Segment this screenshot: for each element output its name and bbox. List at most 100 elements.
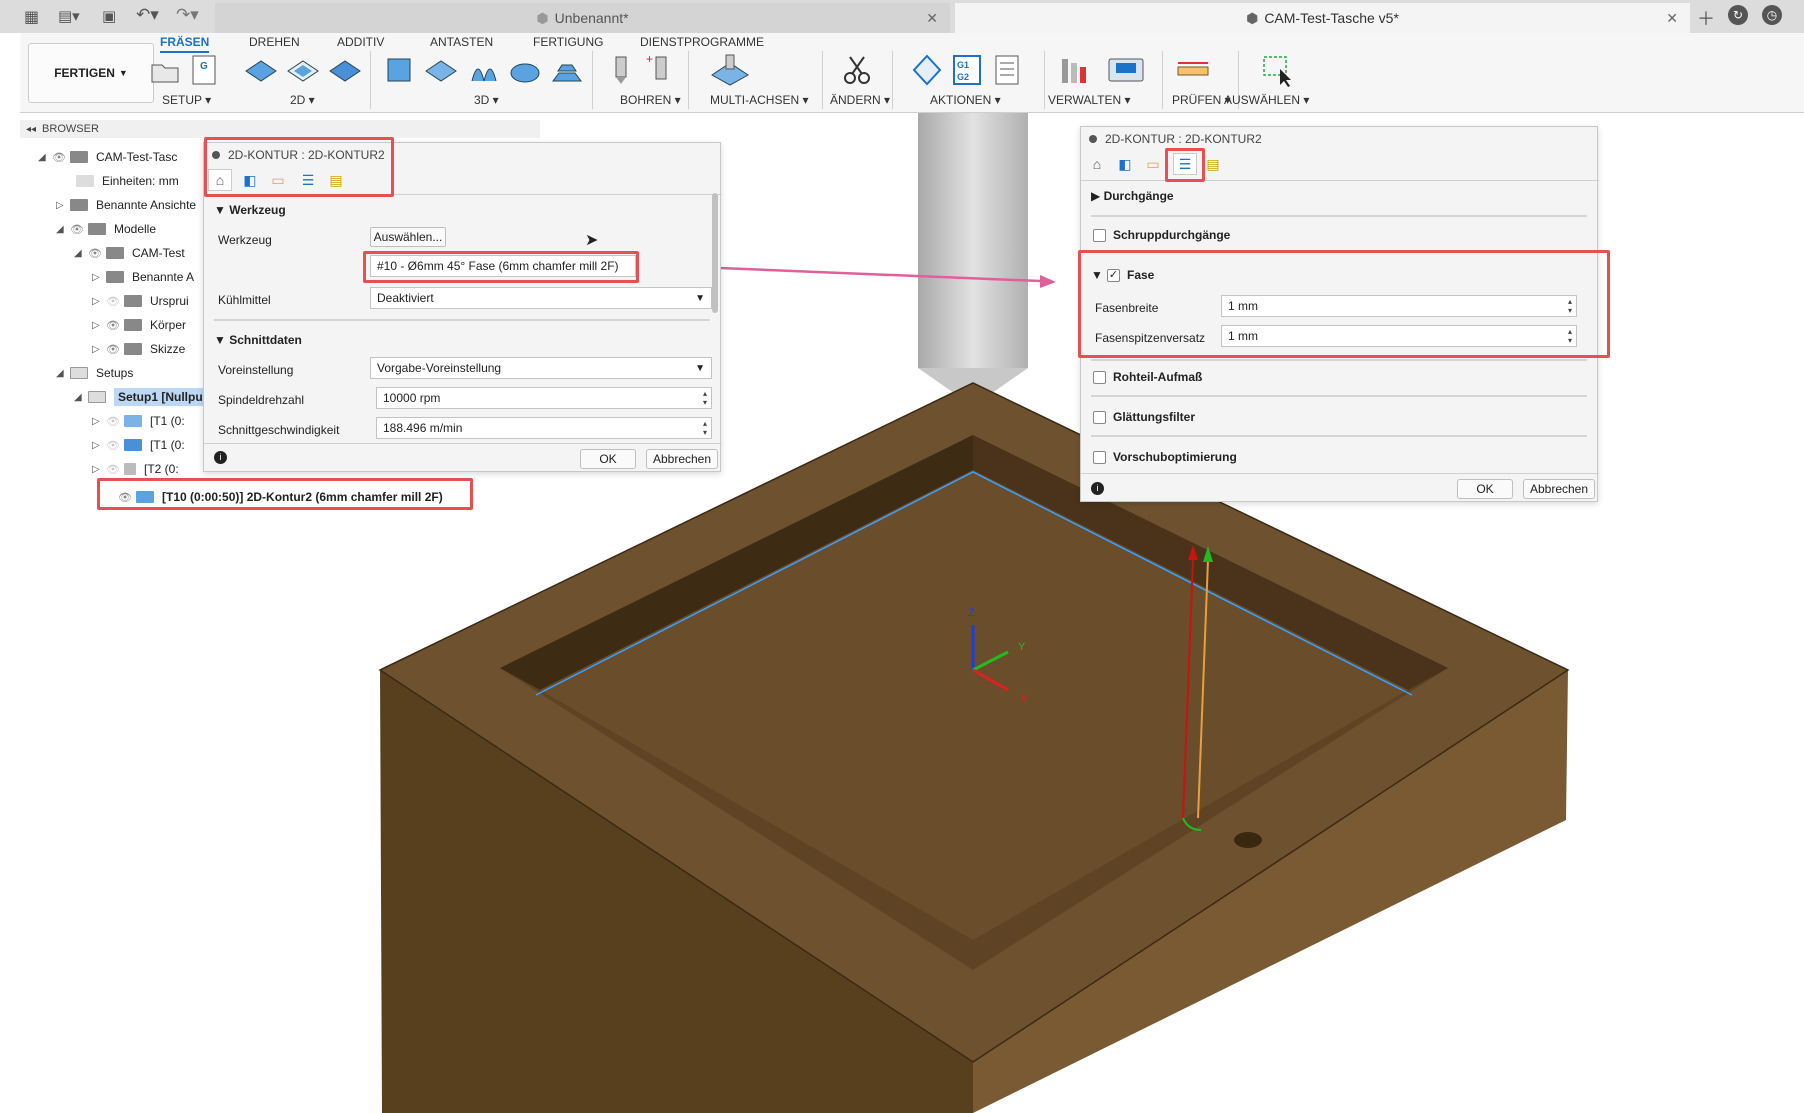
- tool-tab-icon[interactable]: ⌂: [1085, 153, 1109, 175]
- mouse-cursor: ➤: [585, 232, 599, 249]
- group-multi-achsen[interactable]: MULTI-ACHSEN ▾: [710, 93, 808, 107]
- tab-fraesen[interactable]: FRÄSEN: [160, 35, 210, 53]
- tree-item-op2[interactable]: ▷ 👁 [T1 (0:: [92, 434, 185, 456]
- group-aendern[interactable]: ÄNDERN ▾: [830, 93, 890, 107]
- info-icon[interactable]: i: [1091, 482, 1104, 495]
- tab-additiv[interactable]: ADDITIV: [337, 35, 384, 49]
- drill-icon[interactable]: [604, 53, 638, 87]
- coolant-dropdown[interactable]: Deaktiviert: [370, 287, 712, 309]
- tree-item-root[interactable]: ◢ 👁 CAM-Test-Tasc: [38, 146, 177, 168]
- feed-optimization-checkbox[interactable]: [1093, 451, 1106, 464]
- new-setup-icon[interactable]: [148, 53, 182, 87]
- spindle-speed-input[interactable]: 10000 rpm: [376, 387, 712, 409]
- 3d-adaptive-icon[interactable]: [382, 53, 416, 87]
- info-icon[interactable]: i: [214, 451, 227, 464]
- file-menu-icon[interactable]: ▤▾: [58, 7, 80, 25]
- eye-icon[interactable]: 👁: [106, 343, 124, 356]
- ok-button[interactable]: OK: [580, 449, 636, 469]
- setup-sheet-icon[interactable]: [990, 53, 1024, 87]
- collapse-icon[interactable]: ◂◂: [26, 124, 36, 135]
- section-schnittdaten[interactable]: ▼ Schnittdaten: [214, 333, 302, 347]
- folder-icon: [124, 295, 142, 307]
- heights-tab-icon[interactable]: ▭: [1141, 153, 1165, 175]
- 3d-pocket-icon[interactable]: [424, 53, 458, 87]
- 2d-face-icon[interactable]: [328, 53, 362, 87]
- eye-hidden-icon[interactable]: 👁: [106, 439, 124, 452]
- tree-item-setups[interactable]: ◢ Setups: [56, 362, 133, 384]
- eye-icon[interactable]: 👁: [88, 247, 106, 260]
- tree-item-named-a[interactable]: ▷ Benannte A: [92, 266, 194, 288]
- group-pruefen[interactable]: PRÜFEN ▾: [1172, 93, 1231, 107]
- tree-item-bodies[interactable]: ▷ 👁 Körper: [92, 314, 186, 336]
- eye-hidden-icon[interactable]: 👁: [106, 463, 124, 476]
- tree-item-op3[interactable]: ▷ 👁 [T2 (0:: [92, 458, 179, 480]
- tree-item-origin[interactable]: ▷ 👁 Ursprui: [92, 290, 189, 312]
- tab-fertigung[interactable]: FERTIGUNG: [533, 35, 603, 49]
- cancel-button[interactable]: Abbrechen: [1523, 479, 1595, 499]
- ok-button[interactable]: OK: [1457, 479, 1513, 499]
- tab-drehen[interactable]: DREHEN: [249, 35, 300, 49]
- axis-y-label: Y: [1018, 641, 1026, 653]
- stock-to-leave-checkbox[interactable]: [1093, 371, 1106, 384]
- save-icon[interactable]: ▣: [102, 7, 116, 25]
- eye-hidden-icon[interactable]: 👁: [106, 415, 124, 428]
- eye-icon[interactable]: 👁: [70, 223, 88, 236]
- cancel-button[interactable]: Abbrechen: [646, 449, 718, 469]
- close-icon[interactable]: ✕: [926, 10, 938, 27]
- tree-item-setup1[interactable]: ◢ Setup1 [Nullpu: [74, 386, 207, 408]
- preset-dropdown[interactable]: Vorgabe-Voreinstellung: [370, 357, 712, 379]
- eye-icon[interactable]: 👁: [106, 319, 124, 332]
- section-durchgaenge[interactable]: ▶ Durchgänge: [1091, 189, 1174, 203]
- add-tab-icon[interactable]: ＋: [1697, 5, 1715, 31]
- scissors-icon[interactable]: [840, 53, 874, 87]
- tab-antasten[interactable]: ANTASTEN: [430, 35, 493, 49]
- workspace-switcher[interactable]: FERTIGEN ▼: [28, 43, 154, 103]
- group-auswaehlen[interactable]: AUSWÄHLEN ▾: [1224, 93, 1309, 107]
- group-aktionen[interactable]: AKTIONEN ▾: [930, 93, 1001, 107]
- group-setup[interactable]: SETUP ▾: [162, 93, 211, 107]
- eye-icon[interactable]: 👁: [52, 151, 70, 164]
- tab-cam-test-tasche[interactable]: ⬢ CAM-Test-Tasche v5* ✕: [955, 3, 1690, 33]
- redo-icon[interactable]: ↷▾: [176, 5, 199, 25]
- smoothing-checkbox[interactable]: [1093, 411, 1106, 424]
- select-icon[interactable]: [1260, 53, 1294, 87]
- close-icon[interactable]: ✕: [1666, 10, 1678, 27]
- 3d-contour-icon[interactable]: [550, 53, 584, 87]
- group-verwalten[interactable]: VERWALTEN ▾: [1048, 93, 1130, 107]
- cutting-speed-input[interactable]: 188.496 m/min: [376, 417, 712, 439]
- 3d-parallel-icon[interactable]: [466, 53, 500, 87]
- history-icon[interactable]: ◷: [1762, 5, 1782, 25]
- 2d-contour-icon[interactable]: [286, 53, 320, 87]
- tree-item-units[interactable]: Einheiten: mm: [76, 170, 179, 192]
- group-3d[interactable]: 3D ▾: [474, 93, 499, 107]
- post-process-icon[interactable]: G1G2: [950, 53, 984, 87]
- multi-axis-icon[interactable]: [708, 53, 752, 87]
- tree-item-named-views[interactable]: ▷ Benannte Ansichte: [56, 194, 196, 216]
- extensions-icon[interactable]: ↻: [1728, 5, 1748, 25]
- roughing-passes-checkbox[interactable]: [1093, 229, 1106, 242]
- apps-grid-icon[interactable]: ▦: [24, 7, 39, 27]
- group-bohren[interactable]: BOHREN ▾: [620, 93, 681, 107]
- group-2d[interactable]: 2D ▾: [290, 93, 315, 107]
- 3d-scallop-icon[interactable]: [508, 53, 542, 87]
- 2d-pocket-icon[interactable]: [244, 53, 278, 87]
- thread-icon[interactable]: +: [644, 53, 678, 87]
- tool-library-icon[interactable]: [1058, 53, 1092, 87]
- select-tool-button[interactable]: Auswählen...: [370, 227, 446, 247]
- tree-item-op1[interactable]: ▷ 👁 [T1 (0:: [92, 410, 185, 432]
- geometry-tab-icon[interactable]: ◧: [1113, 153, 1137, 175]
- scrollbar[interactable]: [712, 193, 718, 313]
- machine-library-icon[interactable]: [1106, 53, 1146, 87]
- tab-unbenannt[interactable]: ⬢ Unbenannt* ✕: [215, 3, 950, 33]
- tree-item-models[interactable]: ◢ 👁 Modelle: [56, 218, 156, 240]
- tree-item-sketches[interactable]: ▷ 👁 Skizze: [92, 338, 185, 360]
- nc-program-icon[interactable]: G: [188, 53, 222, 87]
- dialog-footer: i OK Abbrechen: [204, 443, 722, 473]
- tree-item-model-cam-test[interactable]: ◢ 👁 CAM-Test: [74, 242, 185, 264]
- measure-icon[interactable]: [1176, 53, 1210, 87]
- section-werkzeug[interactable]: ▼ Werkzeug: [214, 203, 286, 217]
- simulate-icon[interactable]: [910, 53, 944, 87]
- eye-hidden-icon[interactable]: 👁: [106, 295, 124, 308]
- tab-dienstprogramme[interactable]: DIENSTPROGRAMME: [640, 35, 764, 49]
- undo-icon[interactable]: ↶▾: [136, 5, 159, 25]
